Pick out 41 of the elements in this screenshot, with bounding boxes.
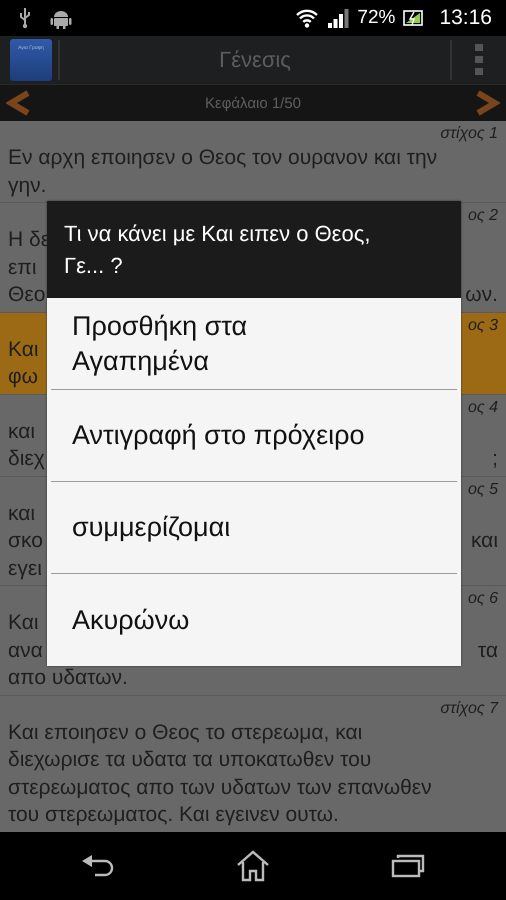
- verse-text: και: [8, 418, 36, 444]
- verse-text: φω: [8, 364, 38, 390]
- verse-text: σκο: [8, 528, 43, 554]
- verse-text: Και εποιησεν ο Θεος το στερεωμα, και: [8, 720, 362, 746]
- verse-number: ος 6: [468, 589, 498, 609]
- verse-text: Και: [8, 610, 39, 636]
- verse-text: Θεο: [8, 282, 46, 308]
- verse-text: στερεωματος απο των υδατων των επανωθεν: [8, 774, 432, 800]
- signal-icon: [327, 8, 350, 28]
- verse-text: Εν αρχη εποιησεν ο Θεος τον ουρανον και την: [8, 145, 438, 171]
- verse-number: ος 2: [468, 206, 498, 226]
- battery-percent: 72%: [357, 7, 396, 29]
- screen-title: Γένεσις: [218, 47, 292, 73]
- verse-text: διεχωρισε τα υδατα τα υποκατωθεν του: [8, 747, 372, 773]
- battery-charging-icon: [403, 10, 424, 26]
- dialog-title: Τι να κάνει με Και ειπεν ο Θεος, Γε... ?: [64, 220, 370, 280]
- verse-text: και: [470, 528, 498, 554]
- verse-text: και: [8, 500, 36, 526]
- recent-apps-icon[interactable]: [391, 854, 426, 878]
- verse-text: εγει: [8, 556, 42, 582]
- verse-number: στίχος 1: [440, 124, 498, 144]
- verse-text: απο υδατων.: [8, 665, 128, 691]
- verse-number: ος 4: [468, 398, 498, 418]
- verse-text: γην.: [8, 172, 47, 198]
- verse-text: Και: [8, 336, 39, 362]
- verse-text: τα: [478, 638, 498, 664]
- verse-number: στίχος 7: [440, 698, 498, 718]
- verse-text: ων.: [465, 282, 498, 308]
- chapter-label: Κεφάλαιο 1/50: [204, 94, 302, 112]
- verse-text: ανα: [8, 638, 43, 664]
- back-icon[interactable]: [80, 854, 115, 878]
- verse-number: ος 3: [468, 316, 498, 336]
- verse-text: διεχ: [8, 446, 45, 472]
- verse-text: επι: [8, 254, 37, 280]
- home-icon[interactable]: [236, 850, 270, 882]
- clock: 13:16: [439, 6, 492, 30]
- verse-text: του στερεωματος. Και εγεινεν ουτω.: [8, 802, 339, 828]
- wifi-icon: [295, 8, 320, 28]
- verse-text: ;: [492, 446, 498, 472]
- verse-number: ος 5: [468, 480, 498, 500]
- usb-icon: [18, 7, 32, 29]
